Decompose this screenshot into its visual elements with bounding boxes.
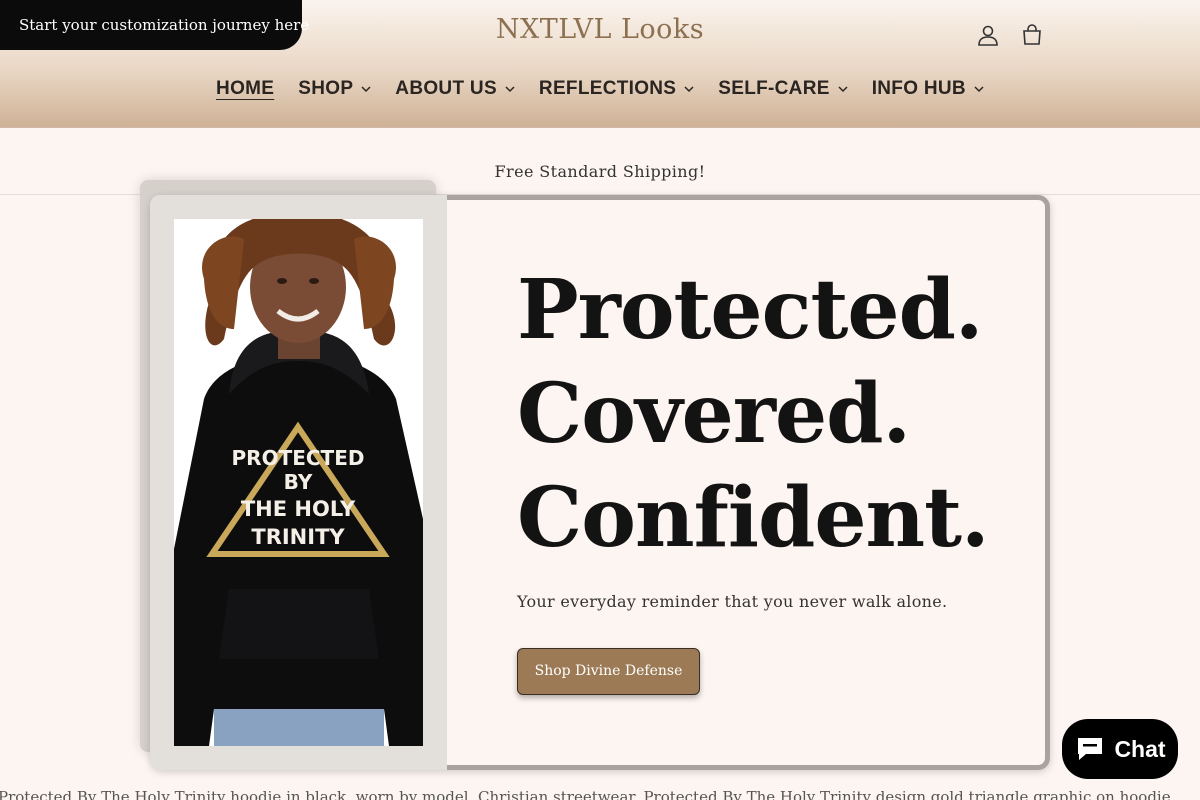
hero-product-image: PROTECTED BY THE HOLY TRINITY: [174, 219, 423, 746]
nav-label: HOME: [216, 78, 275, 99]
nav-item-about-us[interactable]: ABOUT US: [395, 78, 515, 100]
headline-line: Confident.: [517, 470, 990, 566]
hero-headline: Protected. Covered. Confident.: [517, 258, 1017, 570]
nav-label: INFO HUB: [871, 78, 966, 99]
chevron-down-icon: [505, 86, 515, 93]
account-icon[interactable]: [975, 22, 1001, 48]
nav-item-reflections[interactable]: REFLECTIONS: [539, 78, 694, 100]
nav-label: ABOUT US: [395, 78, 497, 99]
nav-item-info-hub[interactable]: INFO HUB: [872, 78, 984, 100]
graphic-text-line: PROTECTED: [232, 446, 365, 470]
site-header: Start your customization journey here NX…: [0, 0, 1200, 128]
hero-subtext: Your everyday reminder that you never wa…: [517, 592, 948, 611]
nav-label: SELF-CARE: [718, 78, 830, 99]
main-nav: HOME SHOP ABOUT US REFLECTIONS SELF-CARE…: [0, 78, 1200, 100]
nav-item-home[interactable]: HOME: [216, 78, 274, 100]
nav-label: SHOP: [298, 78, 354, 99]
nav-item-self-care[interactable]: SELF-CARE: [718, 78, 848, 100]
chat-label: Chat: [1114, 735, 1166, 762]
headline-line: Protected.: [517, 262, 983, 358]
image-caption: Protected By The Holy Trinity hoodie in …: [0, 788, 1176, 800]
chat-bubble-icon: [1078, 738, 1103, 760]
announcement-text: Free Standard Shipping!: [494, 162, 706, 181]
chevron-down-icon: [684, 86, 694, 93]
graphic-text-line: THE HOLY: [241, 497, 356, 521]
graphic-text-line: TRINITY: [251, 525, 345, 549]
chat-button[interactable]: Chat: [1062, 719, 1178, 779]
chevron-down-icon: [361, 86, 371, 93]
chevron-down-icon: [974, 86, 984, 93]
headline-line: Covered.: [517, 366, 911, 462]
shop-divine-defense-button[interactable]: Shop Divine Defense: [517, 648, 700, 695]
graphic-text-line: BY: [284, 470, 313, 494]
nav-item-shop[interactable]: SHOP: [298, 78, 371, 100]
chevron-down-icon: [838, 86, 848, 93]
cart-icon[interactable]: [1019, 22, 1045, 48]
nav-label: REFLECTIONS: [538, 78, 677, 99]
